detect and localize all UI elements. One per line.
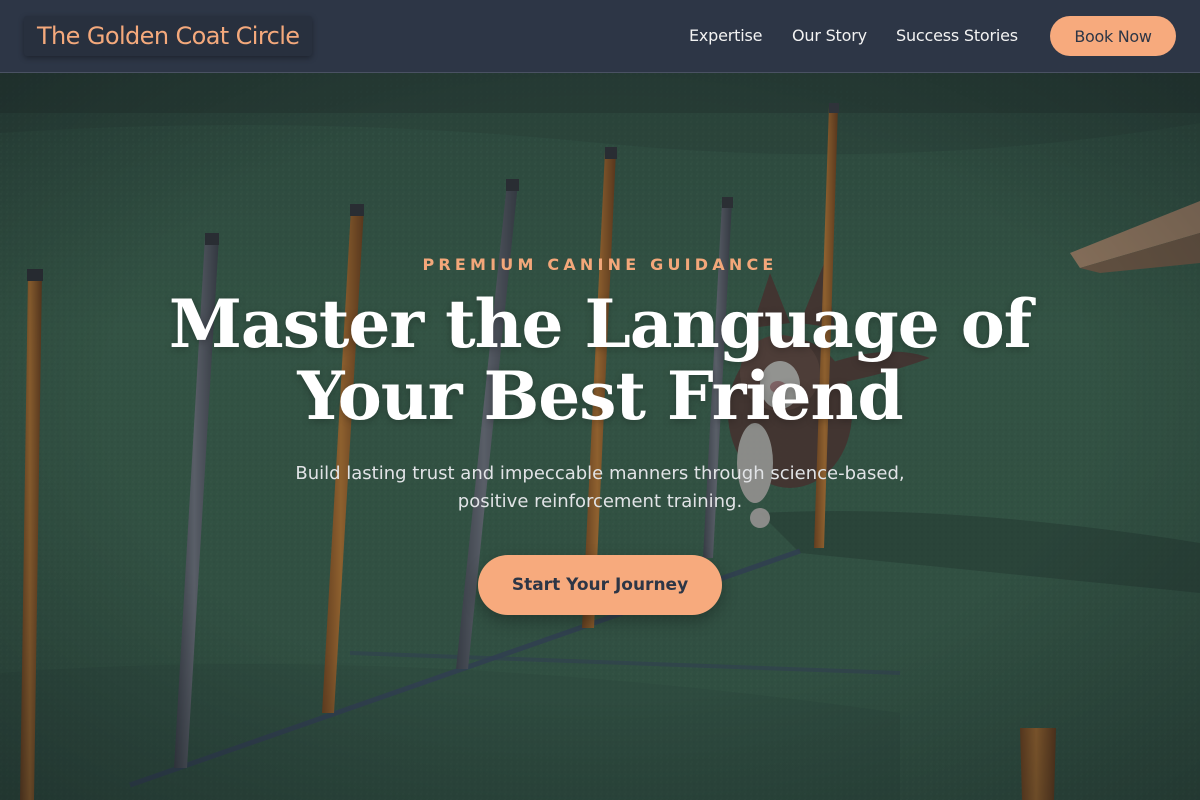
hero-eyebrow: PREMIUM CANINE GUIDANCE: [422, 255, 778, 274]
brand-logo[interactable]: The Golden Coat Circle: [24, 16, 313, 56]
book-now-button[interactable]: Book Now: [1050, 16, 1176, 56]
hero-section: PREMIUM CANINE GUIDANCE Master the Langu…: [0, 73, 1200, 800]
hero-subtitle-line-2: positive reinforcement training.: [457, 491, 743, 512]
start-journey-button[interactable]: Start Your Journey: [478, 555, 722, 615]
top-navbar: The Golden Coat Circle Expertise Our Sto…: [0, 0, 1200, 73]
hero-headline: Master the Language of Your Best Friend: [150, 288, 1050, 432]
hero-headline-line-1: Master the Language of: [168, 285, 1032, 363]
hero-subtitle-line-1: Build lasting trust and impeccable manne…: [295, 463, 905, 484]
nav-link-expertise[interactable]: Expertise: [689, 26, 762, 45]
nav-link-our-story[interactable]: Our Story: [792, 26, 867, 45]
landing-page: The Golden Coat Circle Expertise Our Sto…: [0, 0, 1200, 800]
hero-subtitle: Build lasting trust and impeccable manne…: [270, 460, 930, 516]
hero-dark-overlay: [0, 73, 1200, 800]
nav-link-success-stories[interactable]: Success Stories: [896, 26, 1018, 45]
hero-headline-line-2: Your Best Friend: [297, 357, 903, 435]
